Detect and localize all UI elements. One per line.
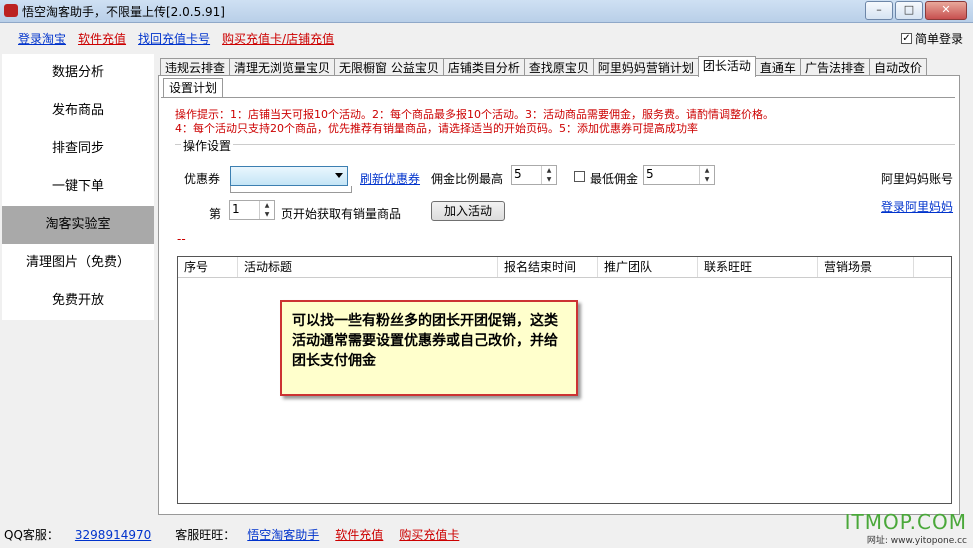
settings-legend: 操作设置	[181, 137, 234, 154]
sidebar-item-data-analysis[interactable]: 数据分析	[2, 54, 154, 92]
start-page-value: 1	[232, 202, 240, 216]
top-links: 登录淘宝 软件充值 找回充值卡号 购买充值卡/店铺充值	[18, 30, 334, 47]
max-ratio-value: 5	[514, 167, 522, 181]
coupon-label: 优惠券	[184, 172, 221, 186]
coupon-select[interactable]	[230, 166, 348, 186]
hint-line-1: 操作提示：1：店铺当天可报10个活动。2：每个商品最多报10个活动。3：活动商品…	[175, 108, 774, 121]
app-icon	[4, 4, 18, 17]
simple-login-checkbox[interactable]: ✓	[900, 33, 912, 44]
maximize-icon[interactable]: □	[895, 1, 923, 20]
tab-group-leader[interactable]: 团长活动	[697, 56, 756, 77]
min-commission-value: 5	[646, 167, 654, 181]
minimize-icon[interactable]: –	[865, 1, 893, 20]
add-activity-button[interactable]: 加入活动	[431, 201, 505, 221]
footer-recharge-link[interactable]: 软件充值	[335, 526, 383, 543]
footer: QQ客服： 3298914970 客服旺旺： 悟空淘客助手 软件充值 购买充值卡	[4, 526, 459, 543]
column-header-scene[interactable]: 营销场景	[818, 257, 914, 277]
window-controls: – □ ✕	[865, 1, 967, 20]
refresh-coupon-link[interactable]: 刷新优惠券	[360, 170, 420, 187]
operation-settings-group: 操作设置 优惠券 刷新优惠券 佣金比例最高 5 ▲ ▼ 最低佣金 5 ▲ ▼ 阿里妈…	[175, 137, 955, 235]
sidebar-item-one-click-order[interactable]: 一键下单	[2, 168, 154, 206]
watermark: ITMOP.COM 网址: www.yitopone.cc	[845, 511, 967, 546]
simple-login[interactable]: ✓ 简单登录	[900, 30, 963, 47]
page-prefix-label: 第	[209, 207, 222, 221]
max-ratio-label: 佣金比例最高	[431, 172, 504, 186]
alimama-account-label: 阿里妈妈账号	[881, 172, 954, 186]
column-header-wangwang[interactable]: 联系旺旺	[698, 257, 818, 277]
max-ratio-stepper[interactable]: 5 ▲ ▼	[511, 165, 557, 185]
column-header-deadline[interactable]: 报名结束时间	[498, 257, 598, 277]
min-commission-stepper[interactable]: 5 ▲ ▼	[643, 165, 715, 185]
main-panel: 设置计划 操作提示：1：店铺当天可报10个活动。2：每个商品最多报10个活动。3…	[158, 75, 960, 515]
divider	[161, 97, 955, 98]
status-dash: --	[177, 232, 186, 246]
stepper-buttons[interactable]: ▲ ▼	[259, 201, 274, 219]
operation-hint: 操作提示：1：店铺当天可报10个活动。2：每个商品最多报10个活动。3：活动商品…	[175, 108, 955, 136]
title-bar: 悟空淘客助手，不限量上传[2.0.5.91] – □ ✕	[0, 0, 973, 23]
sidebar-item-free[interactable]: 免费开放	[2, 282, 154, 320]
page-suffix-label: 页开始获取有销量商品	[281, 207, 402, 221]
sidebar: 数据分析 发布商品 排查同步 一键下单 淘客实验室 清理图片（免费） 免费开放	[2, 54, 154, 320]
stepper-buttons[interactable]: ▲ ▼	[541, 166, 556, 184]
login-alimama-link[interactable]: 登录阿里妈妈	[881, 198, 953, 215]
column-header-index[interactable]: 序号	[178, 257, 238, 277]
min-commission-label: 最低佣金	[590, 172, 639, 186]
sidebar-item-sync[interactable]: 排查同步	[2, 130, 154, 168]
column-header-title[interactable]: 活动标题	[238, 257, 498, 277]
sidebar-item-publish[interactable]: 发布商品	[2, 92, 154, 130]
watermark-url: 网址: www.yitopone.cc	[866, 536, 967, 546]
login-taobao-link[interactable]: 登录淘宝	[18, 30, 66, 47]
sidebar-item-lab[interactable]: 淘客实验室	[2, 206, 154, 244]
column-header-team[interactable]: 推广团队	[598, 257, 698, 277]
annotation-callout: 可以找一些有粉丝多的团长开团促销，这类活动通常需要设置优惠券或自己改价，并给团长…	[280, 300, 578, 396]
close-icon[interactable]: ✕	[925, 1, 967, 20]
recover-card-link[interactable]: 找回充值卡号	[138, 30, 210, 47]
main-tabs: 违规云排查 清理无浏览量宝贝 无限橱窗 公益宝贝 店铺类目分析 查找原宝贝 阿里…	[160, 56, 927, 77]
coupon-dropdown	[230, 186, 352, 193]
recharge-link[interactable]: 软件充值	[78, 30, 126, 47]
footer-buy-card-link[interactable]: 购买充值卡	[399, 526, 459, 543]
window-title: 悟空淘客助手，不限量上传[2.0.5.91]	[22, 5, 225, 19]
wangwang-label: 客服旺旺：	[175, 528, 236, 542]
stepper-buttons[interactable]: ▲ ▼	[699, 166, 714, 184]
qq-label: QQ客服：	[4, 528, 59, 542]
sidebar-item-clean-images[interactable]: 清理图片（免费）	[2, 244, 154, 282]
chevron-down-icon	[335, 173, 343, 178]
footer-app-link[interactable]: 悟空淘客助手	[247, 526, 319, 543]
buy-card-link[interactable]: 购买充值卡/店铺充值	[222, 30, 334, 47]
table-header: 序号 活动标题 报名结束时间 推广团队 联系旺旺 营销场景	[178, 257, 951, 278]
qq-number-link[interactable]: 3298914970	[75, 528, 151, 542]
watermark-logo: ITMOP.COM	[844, 510, 967, 534]
min-commission-checkbox[interactable]	[574, 171, 585, 182]
simple-login-label: 简单登录	[914, 32, 963, 46]
hint-line-2: 4：每个活动只支持20个商品，优先推荐有销量商品，请选择适当的开始页码。5：添加…	[175, 122, 698, 135]
start-page-stepper[interactable]: 1 ▲ ▼	[229, 200, 275, 220]
subtab-settings-plan[interactable]: 设置计划	[163, 78, 224, 97]
